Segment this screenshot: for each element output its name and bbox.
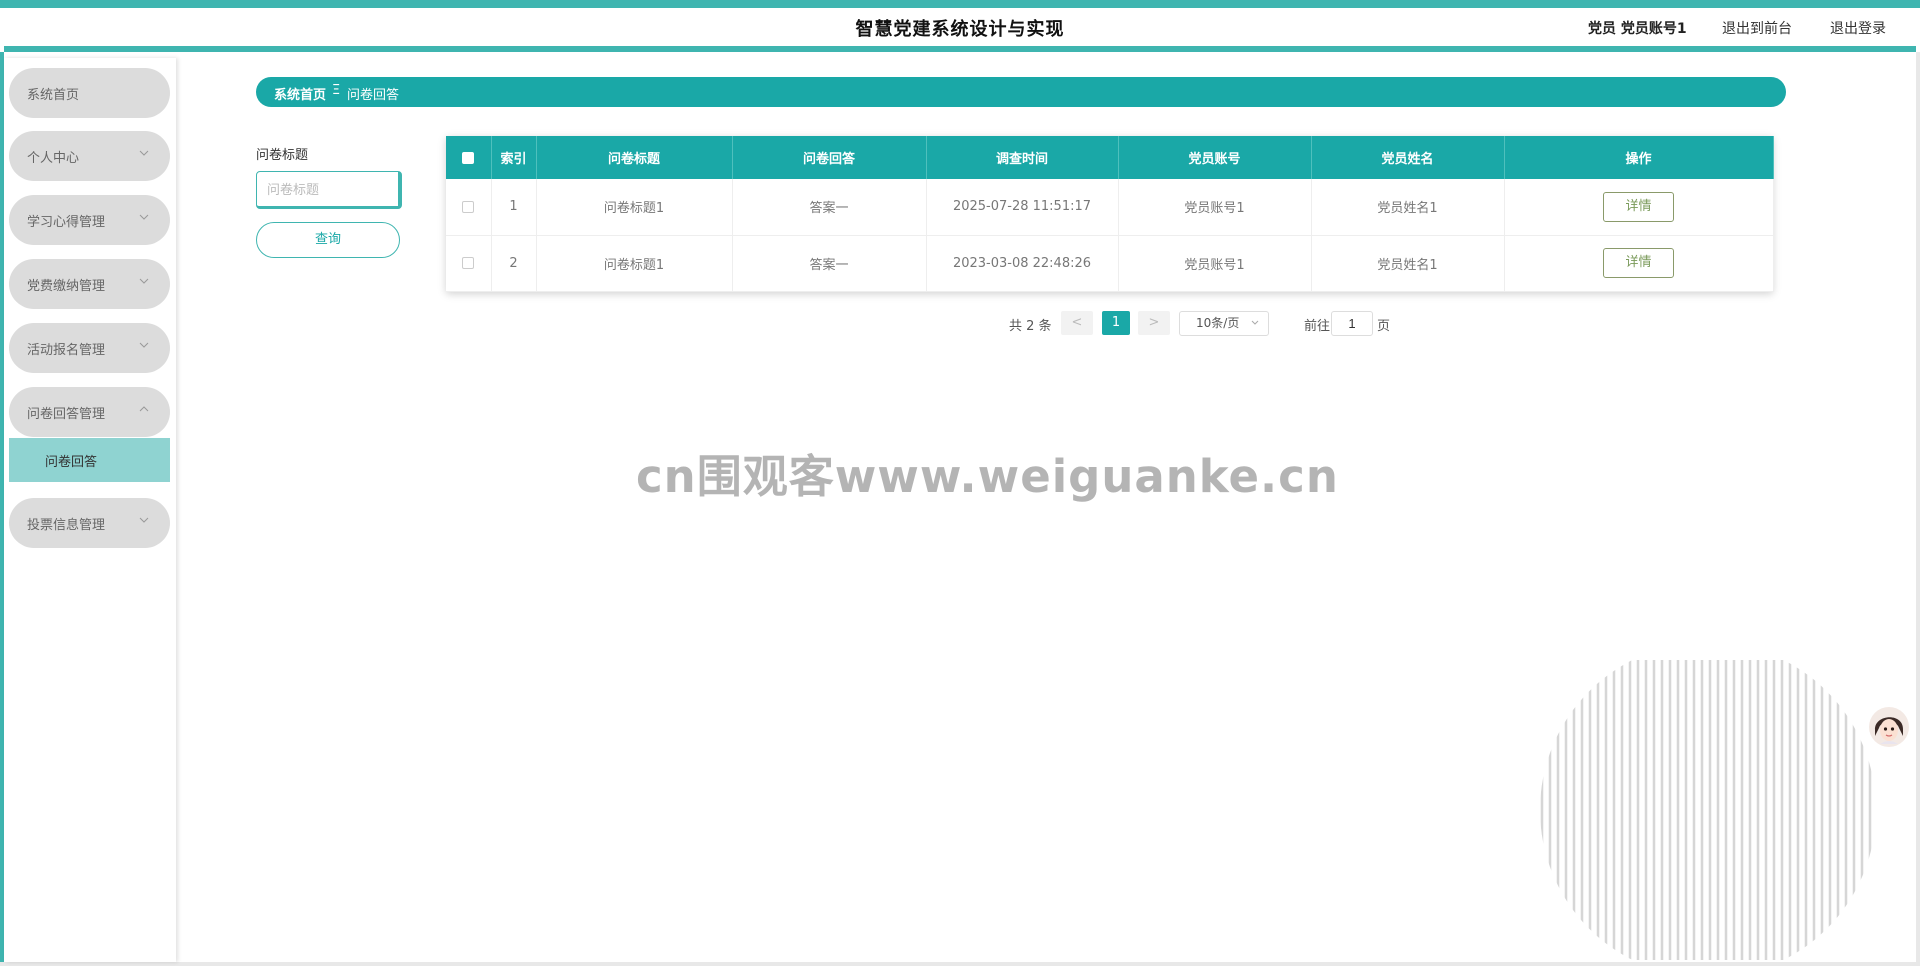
- chevron-up-icon: [139, 406, 149, 412]
- cell-title: 问卷标题1: [536, 179, 733, 236]
- sidebar-item-vote-info[interactable]: 投票信息管理: [9, 498, 170, 548]
- page-size-value: 10条/页: [1196, 316, 1240, 330]
- exit-to-front-link[interactable]: 退出到前台: [1722, 18, 1792, 38]
- pagination-prev-button[interactable]: <: [1061, 311, 1093, 335]
- sidebar-item-label: 学习心得管理: [27, 215, 106, 230]
- table-row: 1 问卷标题1 答案一 2025-07-28 11:51:17 党员账号1 党员…: [446, 179, 1774, 236]
- cell-time: 2023-03-08 22:48:26: [926, 235, 1119, 292]
- column-header-time: 调查时间: [926, 136, 1119, 179]
- frame-right-border: [1916, 52, 1920, 966]
- column-header-name: 党员姓名: [1311, 136, 1505, 179]
- cell-account: 党员账号1: [1118, 179, 1312, 236]
- pagination-goto-input[interactable]: [1331, 311, 1373, 336]
- sidebar-item-label: 问卷回答管理: [27, 407, 106, 422]
- watermark-text: cn围观客www.weiguanke.cn: [636, 450, 1339, 503]
- cell-name: 党员姓名1: [1311, 179, 1505, 236]
- cell-index: 1: [491, 179, 537, 236]
- cell-time: 2025-07-28 11:51:17: [926, 179, 1119, 236]
- column-header-account: 党员账号: [1118, 136, 1312, 179]
- row-select-cell[interactable]: [446, 235, 492, 292]
- row-checkbox[interactable]: [462, 200, 475, 213]
- query-button[interactable]: 查询: [256, 222, 400, 258]
- sidebar-subitem-label: 问卷回答: [45, 455, 98, 470]
- select-all-checkbox[interactable]: [462, 151, 475, 164]
- pagination-goto-unit: 页: [1377, 319, 1391, 334]
- sidebar-item-home[interactable]: 系统首页: [9, 68, 170, 118]
- sidebar: 系统首页 个人中心 学习心得管理 党费缴纳管理 活动报名管理 问卷回答管理 问卷…: [4, 58, 176, 962]
- current-user: 党员 党员账号1: [1588, 21, 1687, 37]
- decorative-striped-circle: [1540, 660, 1872, 960]
- frame-bottom-border: [0, 962, 1920, 966]
- table-header-row: 索引 问卷标题 问卷回答 调查时间 党员账号 党员姓名 操作: [446, 136, 1774, 179]
- sidebar-item-label: 活动报名管理: [27, 343, 106, 358]
- cell-name: 党员姓名1: [1311, 235, 1505, 292]
- search-title-input[interactable]: [256, 171, 402, 209]
- pagination-goto-label: 前往: [1304, 319, 1331, 334]
- breadcrumb-home[interactable]: 系统首页: [274, 84, 326, 103]
- pagination-next-button[interactable]: >: [1138, 311, 1170, 335]
- chevron-down-icon: [1251, 320, 1259, 325]
- breadcrumb-separator: Ξ: [332, 83, 341, 98]
- select-all-cell[interactable]: [446, 136, 492, 179]
- sidebar-item-label: 投票信息管理: [27, 518, 106, 533]
- search-title-label: 问卷标题: [256, 148, 309, 163]
- breadcrumb-current: 问卷回答: [347, 88, 400, 103]
- column-header-answer: 问卷回答: [732, 136, 927, 179]
- row-select-cell[interactable]: [446, 179, 492, 236]
- cell-index: 2: [491, 235, 537, 292]
- detail-button[interactable]: 详情: [1603, 191, 1674, 222]
- survey-answer-table: 索引 问卷标题 问卷回答 调查时间 党员账号 党员姓名 操作 1 问卷标题1 答…: [446, 136, 1774, 292]
- cell-title: 问卷标题1: [536, 235, 733, 292]
- cell-action: 详情: [1504, 179, 1774, 236]
- chevron-down-icon: [139, 278, 149, 284]
- cell-answer: 答案一: [732, 235, 927, 292]
- sidebar-item-dues[interactable]: 党费缴纳管理: [9, 259, 170, 309]
- chevron-down-icon: [139, 214, 149, 220]
- pagination-total: 共 2 条: [1009, 319, 1052, 334]
- sidebar-item-label: 系统首页: [27, 88, 80, 103]
- pagination-page-1[interactable]: 1: [1102, 311, 1130, 335]
- cell-answer: 答案一: [732, 179, 927, 236]
- cell-action: 详情: [1504, 235, 1774, 292]
- chevron-down-icon: [139, 150, 149, 156]
- column-header-title: 问卷标题: [536, 136, 733, 179]
- detail-button[interactable]: 详情: [1603, 248, 1674, 278]
- sidebar-item-survey-answers[interactable]: 问卷回答管理: [9, 387, 170, 437]
- breadcrumb: 系统首页 Ξ 问卷回答: [256, 77, 1786, 107]
- sidebar-item-activity-signup[interactable]: 活动报名管理: [9, 323, 170, 373]
- chevron-down-icon: [139, 342, 149, 348]
- sidebar-item-label: 党费缴纳管理: [27, 279, 106, 294]
- sidebar-item-label: 个人中心: [27, 151, 80, 166]
- sidebar-item-personal-center[interactable]: 个人中心: [9, 131, 170, 181]
- top-accent-bar: [0, 0, 1920, 8]
- sidebar-subitem-survey-answer[interactable]: 问卷回答: [9, 438, 170, 482]
- app-header: 智慧党建系统设计与实现 党员 党员账号1 退出到前台 退出登录: [4, 8, 1916, 52]
- chevron-down-icon: [139, 517, 149, 523]
- table-row: 2 问卷标题1 答案一 2023-03-08 22:48:26 党员账号1 党员…: [446, 235, 1774, 292]
- sidebar-item-study-notes[interactable]: 学习心得管理: [9, 195, 170, 245]
- row-checkbox[interactable]: [462, 257, 475, 269]
- assistant-avatar[interactable]: [1868, 706, 1910, 748]
- column-header-index: 索引: [491, 136, 537, 179]
- page-size-select[interactable]: 10条/页: [1179, 311, 1269, 336]
- column-header-action: 操作: [1504, 136, 1774, 179]
- logout-link[interactable]: 退出登录: [1830, 18, 1886, 38]
- cell-account: 党员账号1: [1118, 235, 1312, 292]
